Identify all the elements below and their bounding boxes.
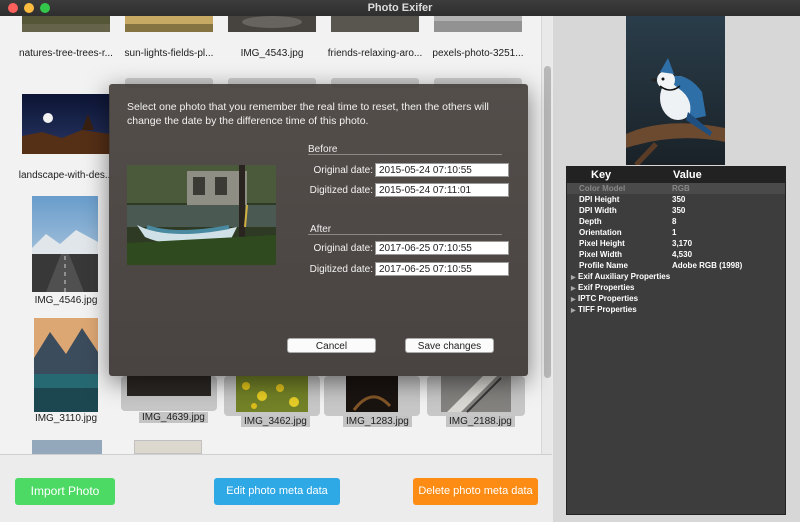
metadata-row[interactable]: Orientation 1 <box>567 227 785 238</box>
metadata-group-row[interactable]: ▶ Exif Auxiliary Properties <box>567 271 785 282</box>
metadata-group-row[interactable]: ▶ IPTC Properties <box>567 293 785 304</box>
edit-meta-data-button[interactable]: Edit photo meta data <box>214 478 340 505</box>
before-original-date-field[interactable]: 2015-05-24 07:10:55 <box>375 163 509 177</box>
metadata-value: 4,530 <box>672 250 693 259</box>
after-original-date-field[interactable]: 2017-06-25 07:10:55 <box>375 241 509 255</box>
before-original-date-label: Original date: <box>313 165 373 176</box>
metadata-group-key: Exif Auxiliary Properties <box>578 272 671 281</box>
metadata-row[interactable]: Profile Name Adobe RGB (1998) <box>567 260 785 271</box>
before-digitized-date-field[interactable]: 2015-05-24 07:11:01 <box>375 183 509 197</box>
metadata-value: 8 <box>672 217 677 226</box>
dialog-message: Select one photo that you remember the r… <box>127 101 489 127</box>
after-digitized-date-label: Digitized date: <box>309 264 373 275</box>
metadata-row[interactable]: DPI Width 350 <box>567 205 785 216</box>
metadata-value: 1 <box>672 228 677 237</box>
minimize-window-button[interactable] <box>24 3 34 13</box>
metadata-value: RGB <box>672 184 690 193</box>
metadata-key: Color Model <box>579 184 626 193</box>
metadata-value: 3,170 <box>672 239 693 248</box>
import-photo-button[interactable]: Import Photo <box>15 478 115 505</box>
metadata-group-key: IPTC Properties <box>578 294 639 303</box>
metadata-group-key: Exif Properties <box>578 283 635 292</box>
metadata-row[interactable]: Pixel Height 3,170 <box>567 238 785 249</box>
delete-meta-data-button[interactable]: Delete photo meta data <box>413 478 538 505</box>
close-window-button[interactable] <box>8 3 18 13</box>
metadata-table: Key Value Color Model RGB DPI Height 350 D… <box>566 166 786 515</box>
cancel-button[interactable]: Cancel <box>287 338 376 353</box>
value-column-header[interactable]: Value <box>639 167 702 183</box>
metadata-key: DPI Height <box>579 195 620 204</box>
after-divider <box>308 234 502 235</box>
metadata-key: Pixel Width <box>579 250 623 259</box>
metadata-row[interactable]: Depth 8 <box>567 216 785 227</box>
after-digitized-date-field[interactable]: 2017-06-25 07:10:55 <box>375 262 509 276</box>
metadata-value: 350 <box>672 206 686 215</box>
metadata-key: Depth <box>579 217 602 226</box>
metadata-row[interactable]: Pixel Width 4,530 <box>567 249 785 260</box>
after-original-date-label: Original date: <box>313 243 373 254</box>
metadata-value: Adobe RGB (1998) <box>672 261 743 270</box>
disclosure-triangle-icon[interactable]: ▶ <box>571 306 578 317</box>
metadata-row[interactable]: DPI Height 350 <box>567 194 785 205</box>
before-digitized-date-label: Digitized date: <box>309 185 373 196</box>
metadata-group-row[interactable]: ▶ TIFF Properties <box>567 304 785 315</box>
window-title: Photo Exifer <box>367 2 433 14</box>
metadata-header: Key Value <box>567 167 785 183</box>
metadata-key: Pixel Height <box>579 239 625 248</box>
metadata-value: 350 <box>672 195 686 204</box>
maximize-window-button[interactable] <box>40 3 50 13</box>
metadata-key: DPI Width <box>579 206 617 215</box>
save-changes-button[interactable]: Save changes <box>405 338 494 353</box>
dialog-photo <box>127 165 276 265</box>
metadata-group-row[interactable]: ▶ Exif Properties <box>567 282 785 293</box>
metadata-key: Profile Name <box>579 261 628 270</box>
key-column-header[interactable]: Key <box>567 167 639 183</box>
metadata-row[interactable]: Color Model RGB <box>567 183 785 194</box>
metadata-key: Orientation <box>579 228 622 237</box>
before-divider <box>308 154 502 155</box>
change-date-dialog: Select one photo that you remember the r… <box>109 84 528 376</box>
metadata-group-key: TIFF Properties <box>578 305 637 314</box>
title-bar: Photo Exifer <box>0 0 800 16</box>
photo-preview <box>626 16 725 167</box>
